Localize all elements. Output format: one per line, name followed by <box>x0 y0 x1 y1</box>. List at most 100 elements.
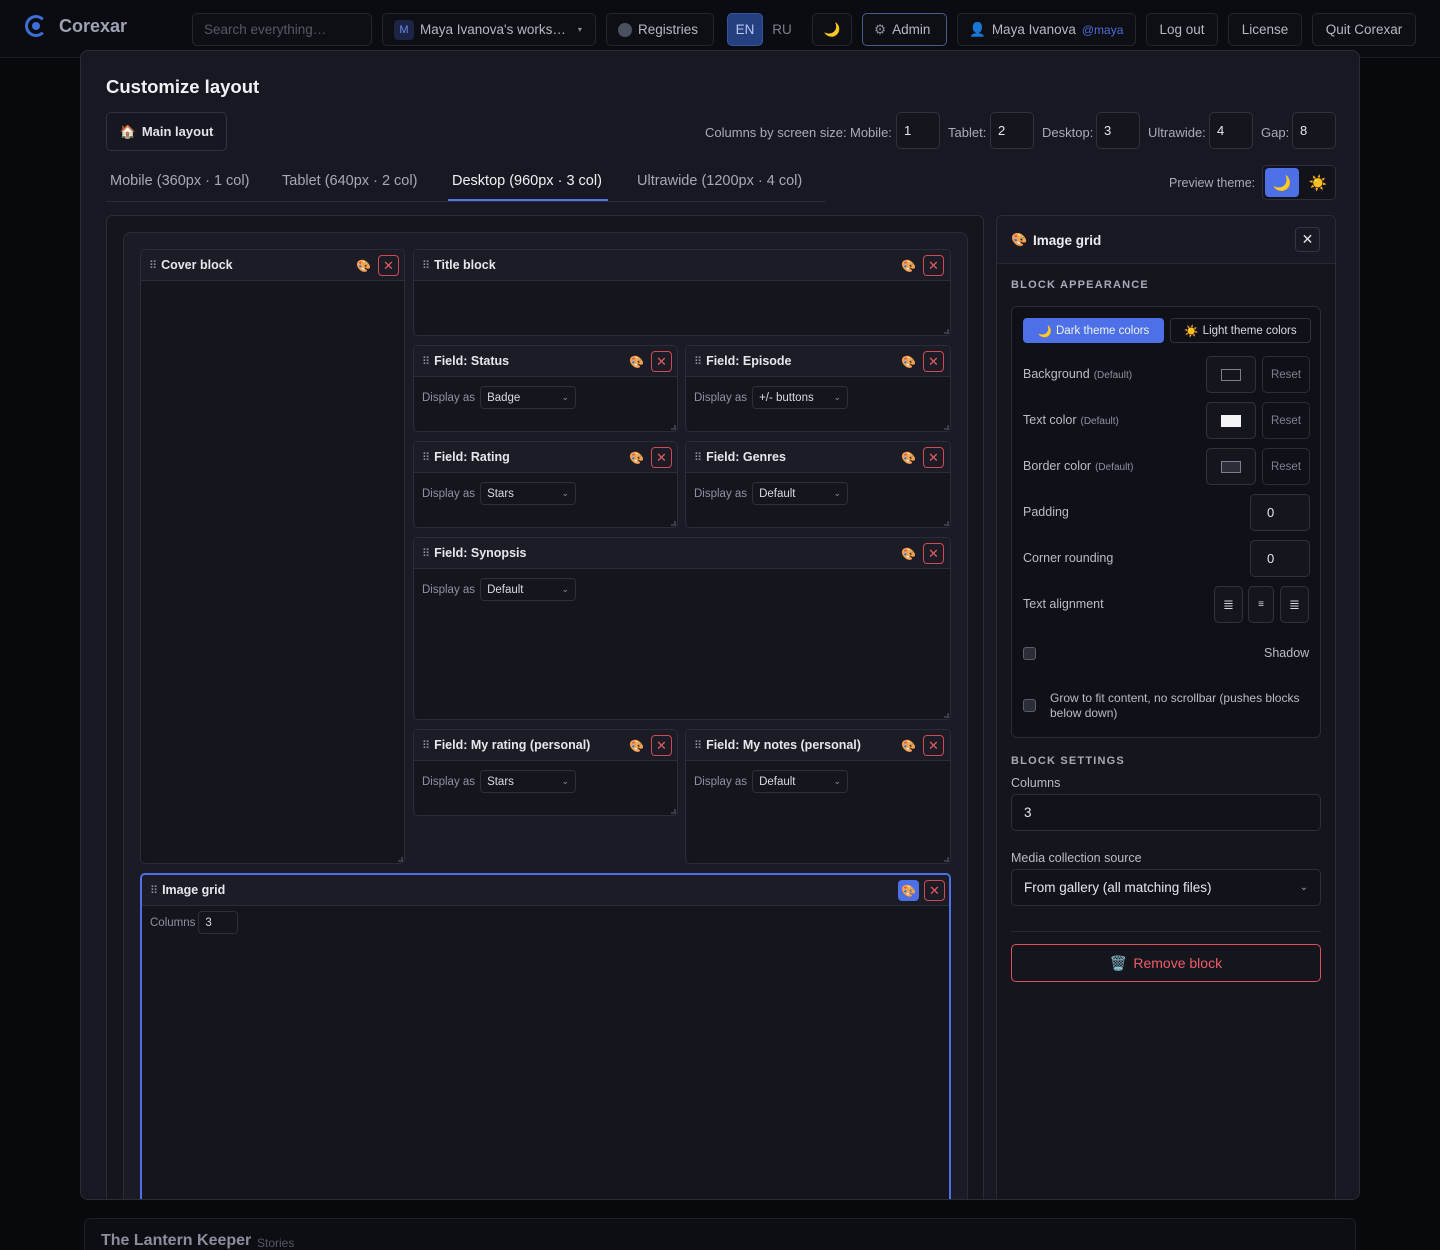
tab-mobile[interactable]: Mobile (360px · 1 col) <box>110 173 249 189</box>
background-color-picker[interactable] <box>1206 356 1256 393</box>
close-icon[interactable]: ✕ <box>923 351 944 372</box>
drag-handle-icon[interactable]: ⠿ <box>694 451 702 464</box>
drag-handle-icon[interactable]: ⠿ <box>422 739 430 752</box>
palette-icon[interactable]: 🎨 <box>626 447 647 468</box>
my-notes-field-block[interactable]: ⠿ Field: My notes (personal) 🎨 ✕ Display… <box>685 729 951 864</box>
app-logo[interactable]: Corexar <box>25 15 127 37</box>
background-item[interactable]: The Lantern Keeper Stories <box>84 1218 1356 1250</box>
block-header[interactable]: ⠿ Field: Status 🎨 ✕ <box>414 346 677 377</box>
main-layout-button[interactable]: 🏠 Main layout <box>106 112 227 151</box>
palette-icon[interactable]: 🎨 <box>626 735 647 756</box>
drag-handle-icon[interactable]: ⠿ <box>422 451 430 464</box>
block-header[interactable]: ⠿ Field: My notes (personal) 🎨 ✕ <box>686 730 950 761</box>
theme-toggle-button[interactable]: 🌙 <box>812 13 852 46</box>
admin-button[interactable]: ⚙ Admin <box>862 13 947 46</box>
block-header[interactable]: ⠿ Field: Synopsis 🎨 ✕ <box>414 538 950 569</box>
search-input[interactable]: Search everything… <box>192 13 372 46</box>
border-color-picker[interactable] <box>1206 448 1256 485</box>
close-icon[interactable]: ✕ <box>651 447 672 468</box>
lang-en-button[interactable]: EN <box>727 13 763 46</box>
close-icon[interactable]: ✕ <box>923 735 944 756</box>
text-color-picker[interactable] <box>1206 402 1256 439</box>
palette-icon[interactable]: 🎨 <box>898 351 919 372</box>
display-as-select[interactable]: Default ⌄ <box>480 578 577 601</box>
text-color-reset-button[interactable]: Reset <box>1262 402 1310 439</box>
close-panel-button[interactable]: ✕ <box>1295 227 1320 252</box>
quit-button[interactable]: Quit Corexar <box>1312 13 1416 46</box>
display-as-select[interactable]: +/- buttons ⌄ <box>752 386 849 409</box>
resize-handle[interactable] <box>944 425 949 430</box>
image-grid-block[interactable]: ⠿ Image grid 🎨 ✕ Columns 3 <box>140 873 951 1199</box>
close-icon[interactable]: ✕ <box>923 447 944 468</box>
drag-handle-icon[interactable]: ⠿ <box>422 547 430 560</box>
gap-input[interactable]: 8 <box>1292 112 1336 149</box>
columns-input[interactable]: 3 <box>1011 794 1321 831</box>
padding-input[interactable]: 0 <box>1250 494 1310 531</box>
resize-handle[interactable] <box>944 521 949 526</box>
title-block[interactable]: ⠿ Title block 🎨 ✕ <box>413 249 951 336</box>
drag-handle-icon[interactable]: ⠿ <box>422 355 430 368</box>
light-theme-colors-tab[interactable]: ☀️ Light theme colors <box>1170 318 1311 343</box>
shadow-checkbox[interactable] <box>1023 647 1036 660</box>
palette-icon[interactable]: 🎨 <box>898 255 919 276</box>
close-icon[interactable]: ✕ <box>378 255 399 276</box>
desktop-columns-input[interactable]: 3 <box>1096 112 1140 149</box>
align-left-button[interactable]: ≣ <box>1214 586 1243 623</box>
resize-handle[interactable] <box>398 857 403 862</box>
synopsis-field-block[interactable]: ⠿ Field: Synopsis 🎨 ✕ Display as Default… <box>413 537 951 720</box>
resize-handle[interactable] <box>671 425 676 430</box>
close-icon[interactable]: ✕ <box>651 735 672 756</box>
background-reset-button[interactable]: Reset <box>1262 356 1310 393</box>
drag-handle-icon[interactable]: ⠿ <box>694 739 702 752</box>
resize-handle[interactable] <box>944 857 949 862</box>
palette-icon[interactable]: 🎨 <box>898 447 919 468</box>
resize-handle[interactable] <box>671 521 676 526</box>
remove-block-button[interactable]: 🗑️ Remove block <box>1011 944 1321 982</box>
episode-field-block[interactable]: ⠿ Field: Episode 🎨 ✕ Display as +/- butt… <box>685 345 951 432</box>
license-button[interactable]: License <box>1228 13 1302 46</box>
palette-icon[interactable]: 🎨 <box>898 735 919 756</box>
border-color-reset-button[interactable]: Reset <box>1262 448 1310 485</box>
drag-handle-icon[interactable]: ⠿ <box>149 259 157 272</box>
display-as-select[interactable]: Stars ⌄ <box>480 770 577 793</box>
image-grid-columns-input[interactable]: 3 <box>198 911 239 934</box>
align-center-button[interactable]: ≡ <box>1248 586 1274 623</box>
align-right-button[interactable]: ≣ <box>1280 586 1309 623</box>
block-header[interactable]: ⠿ Field: Episode 🎨 ✕ <box>686 346 950 377</box>
tab-desktop[interactable]: Desktop (960px · 3 col) <box>452 173 602 189</box>
drag-handle-icon[interactable]: ⠿ <box>422 259 430 272</box>
preview-dark-button[interactable]: 🌙 <box>1265 168 1299 197</box>
block-header[interactable]: ⠿ Title block 🎨 ✕ <box>414 250 950 281</box>
grow-checkbox[interactable] <box>1023 699 1036 712</box>
display-as-select[interactable]: Badge ⌄ <box>480 386 577 409</box>
tablet-columns-input[interactable]: 2 <box>990 112 1034 149</box>
user-menu[interactable]: 👤 Maya Ivanova @maya <box>957 13 1136 46</box>
rating-field-block[interactable]: ⠿ Field: Rating 🎨 ✕ Display as Stars ⌄ <box>413 441 678 528</box>
tab-ultrawide[interactable]: Ultrawide (1200px · 4 col) <box>637 173 802 189</box>
resize-handle[interactable] <box>944 713 949 718</box>
display-as-select[interactable]: Stars ⌄ <box>480 482 577 505</box>
palette-icon[interactable]: 🎨 <box>898 880 919 901</box>
block-header[interactable]: ⠿ Field: Genres 🎨 ✕ <box>686 442 950 473</box>
mobile-columns-input[interactable]: 1 <box>896 112 940 149</box>
block-header[interactable]: ⠿ Image grid 🎨 ✕ <box>142 875 949 906</box>
palette-icon[interactable]: 🎨 <box>898 543 919 564</box>
media-source-select[interactable]: From gallery (all matching files) ⌄ <box>1011 869 1321 906</box>
tab-tablet[interactable]: Tablet (640px · 2 col) <box>282 173 417 189</box>
close-icon[interactable]: ✕ <box>923 255 944 276</box>
genres-field-block[interactable]: ⠿ Field: Genres 🎨 ✕ Display as Default ⌄ <box>685 441 951 528</box>
palette-icon[interactable]: 🎨 <box>626 351 647 372</box>
registries-button[interactable]: Registries <box>606 13 714 46</box>
display-as-select[interactable]: Default ⌄ <box>752 770 849 793</box>
dark-theme-colors-tab[interactable]: 🌙 Dark theme colors <box>1023 318 1164 343</box>
close-icon[interactable]: ✕ <box>651 351 672 372</box>
logout-button[interactable]: Log out <box>1146 13 1218 46</box>
block-header[interactable]: ⠿ Field: Rating 🎨 ✕ <box>414 442 677 473</box>
close-icon[interactable]: ✕ <box>924 880 945 901</box>
close-icon[interactable]: ✕ <box>923 543 944 564</box>
my-rating-field-block[interactable]: ⠿ Field: My rating (personal) 🎨 ✕ Displa… <box>413 729 678 816</box>
corner-rounding-input[interactable]: 0 <box>1250 540 1310 577</box>
cover-block[interactable]: ⠿ Cover block 🎨 ✕ <box>140 249 405 864</box>
status-field-block[interactable]: ⠿ Field: Status 🎨 ✕ Display as Badge ⌄ <box>413 345 678 432</box>
lang-ru-button[interactable]: RU <box>763 13 801 46</box>
